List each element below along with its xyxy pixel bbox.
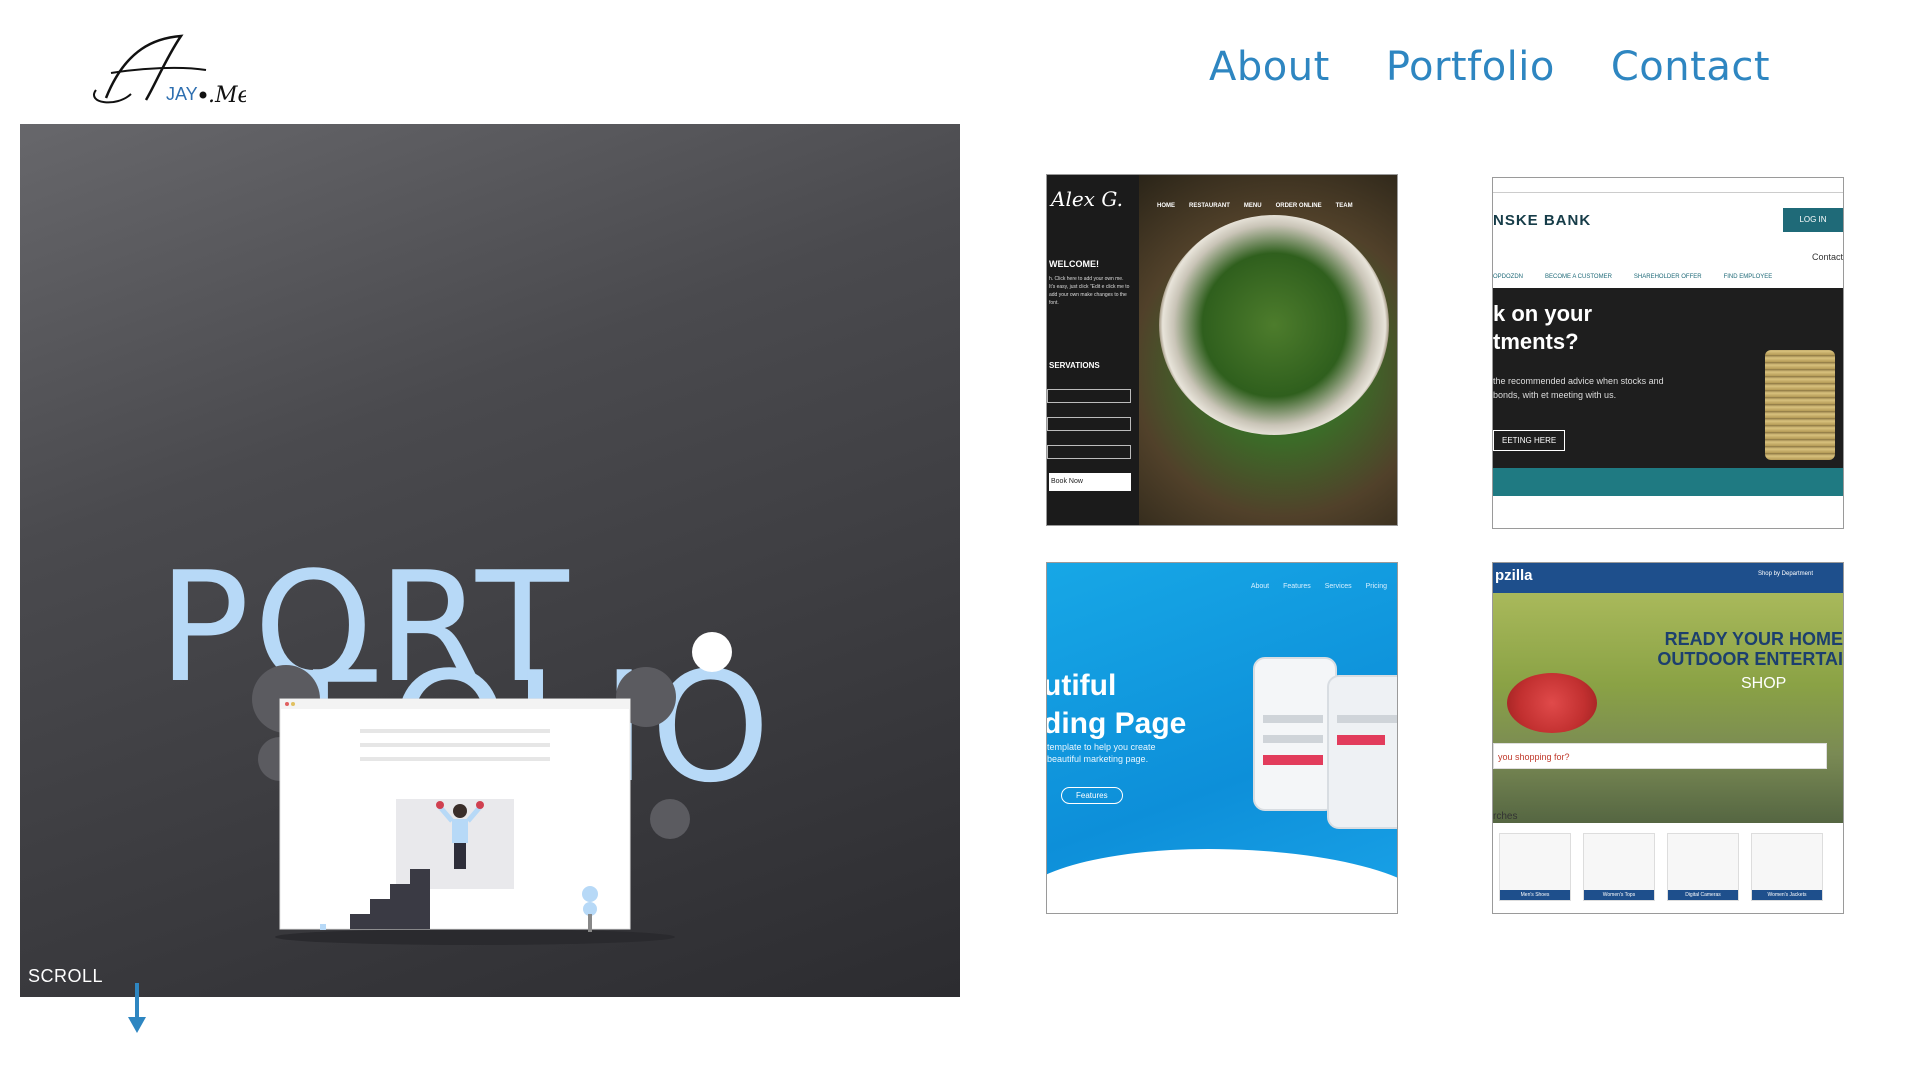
restaurant-select — [1047, 389, 1131, 403]
shop-searches-label: rches — [1493, 811, 1518, 822]
shop-search-input: you shopping for? — [1493, 743, 1827, 769]
shop-word: SHOP — [1741, 675, 1787, 692]
shop-brand: pzilla — [1495, 567, 1533, 584]
main-nav: About Portfolio Contact — [1209, 44, 1770, 90]
landing-nav-item: Pricing — [1365, 583, 1387, 590]
hero-panel: PORT FOLIO SCROLL — [20, 124, 960, 997]
shop-department: Shop by Department — [1757, 571, 1813, 577]
product-label: Men's Shoes — [1500, 890, 1570, 900]
logo-monogram-icon: JAY .Me — [93, 34, 251, 108]
svg-text:JAY: JAY — [166, 84, 198, 104]
landing-subtitle-line: beautiful marketing page. — [1047, 754, 1149, 764]
site-logo[interactable]: JAY .Me — [86, 28, 251, 112]
landing-title-line: utiful — [1046, 669, 1117, 702]
restaurant-nav-item: RESTAURANT — [1189, 203, 1230, 209]
product-card: Women's Tops — [1583, 833, 1655, 901]
landing-subtitle-line: template to help you create — [1047, 742, 1156, 752]
restaurant-reservations: SERVATIONS — [1049, 361, 1100, 370]
coins-image — [1765, 350, 1835, 460]
phone-button — [1263, 755, 1323, 765]
restaurant-nav-item: ORDER ONLINE — [1275, 203, 1322, 209]
scroll-down-arrow-icon[interactable] — [126, 983, 148, 1035]
landing-subtitle: template to help you create beautiful ma… — [1047, 741, 1156, 765]
restaurant-nav-item: MENU — [1243, 203, 1262, 209]
landing-nav: About Features Services Pricing — [1251, 583, 1387, 590]
landing-features-button: Features — [1061, 787, 1123, 804]
product-label: Digital Cameras — [1668, 890, 1738, 900]
product-card: Men's Shoes — [1499, 833, 1571, 901]
portfolio-thumb-bank[interactable]: NSKE BANK LOG IN Contact OPDOZDN BECOME … — [1492, 177, 1844, 529]
bank-topbar — [1493, 178, 1843, 193]
product-card: Digital Cameras — [1667, 833, 1739, 901]
svg-text:.Me: .Me — [208, 83, 246, 108]
shop-headline-line: OUTDOOR ENTERTAI — [1657, 649, 1843, 669]
bank-login-button: LOG IN — [1783, 208, 1843, 232]
bank-description: the recommended advice when stocks and b… — [1493, 376, 1664, 400]
product-label: Women's Tops — [1584, 890, 1654, 900]
bank-subnav-item: FIND EMPLOYEE — [1723, 274, 1773, 280]
restaurant-select — [1047, 417, 1131, 431]
product-card: Women's Jackets — [1751, 833, 1823, 901]
salad-plate — [1159, 215, 1389, 435]
bank-contact: Contact — [1811, 252, 1843, 262]
bank-headline-line: k on your — [1493, 301, 1593, 326]
landing-nav-item: Services — [1324, 583, 1352, 590]
portfolio-thumb-shop[interactable]: pzilla Shop by Department READY YOUR HOM… — [1492, 562, 1844, 914]
restaurant-nav-item: TEAM — [1335, 203, 1353, 209]
shop-headline: READY YOUR HOME OUTDOOR ENTERTAI — [1657, 629, 1843, 669]
landing-nav-item: About — [1250, 583, 1270, 590]
restaurant-nav-item: HOME — [1157, 203, 1175, 209]
bank-subnav-item: SHAREHOLDER OFFER — [1633, 274, 1702, 280]
restaurant-sidebar: Alex G. WELCOME! h. Click here to add yo… — [1047, 175, 1139, 525]
portfolio-illustration — [252, 665, 690, 945]
bank-headline-line: tments? — [1493, 329, 1579, 354]
bank-teal-band — [1493, 468, 1843, 496]
portfolio-thumb-landing[interactable]: About Features Services Pricing utiful d… — [1046, 562, 1398, 914]
product-label: Women's Jackets — [1752, 890, 1822, 900]
landing-title-line: ding Page — [1046, 707, 1187, 740]
bank-meeting-button: EETING HERE — [1493, 430, 1566, 451]
restaurant-blurb: h. Click here to add your own me. It's e… — [1049, 276, 1130, 306]
phone-bar — [1337, 715, 1397, 723]
restaurant-brand: Alex G. — [1051, 187, 1123, 211]
watermelon-image — [1507, 673, 1597, 733]
phone-button — [1337, 735, 1385, 745]
bank-subnav: OPDOZDN BECOME A CUSTOMER SHAREHOLDER OF… — [1493, 274, 1843, 286]
shop-headline-line: READY YOUR HOME — [1664, 629, 1843, 649]
nav-contact-link[interactable]: Contact — [1611, 44, 1770, 90]
nav-portfolio-link[interactable]: Portfolio — [1386, 44, 1555, 90]
nav-about-link[interactable]: About — [1209, 44, 1330, 90]
phone-mockup — [1327, 675, 1397, 829]
bank-subnav-item: BECOME A CUSTOMER — [1545, 274, 1612, 280]
phone-bar — [1263, 715, 1323, 723]
landing-nav-item: Features — [1283, 583, 1311, 590]
phone-mockup — [1253, 657, 1337, 811]
bank-subnav-item: OPDOZDN — [1493, 274, 1523, 280]
restaurant-welcome: WELCOME! — [1049, 259, 1099, 269]
restaurant-book-button: Book Now — [1049, 473, 1131, 491]
restaurant-topnav: HOME RESTAURANT MENU ORDER ONLINE TEAM — [1157, 203, 1353, 209]
bank-headline: k on your tments? — [1493, 300, 1592, 356]
restaurant-select — [1047, 445, 1131, 459]
landing-title: utiful ding Page — [1046, 667, 1187, 743]
portfolio-thumb-restaurant[interactable]: HOME RESTAURANT MENU ORDER ONLINE TEAM A… — [1046, 174, 1398, 526]
bank-brand: NSKE BANK — [1493, 212, 1592, 229]
scroll-label: SCROLL — [28, 966, 104, 986]
landing-wave — [1047, 849, 1397, 913]
phone-bar — [1263, 735, 1323, 743]
shop-topbar — [1493, 563, 1843, 593]
